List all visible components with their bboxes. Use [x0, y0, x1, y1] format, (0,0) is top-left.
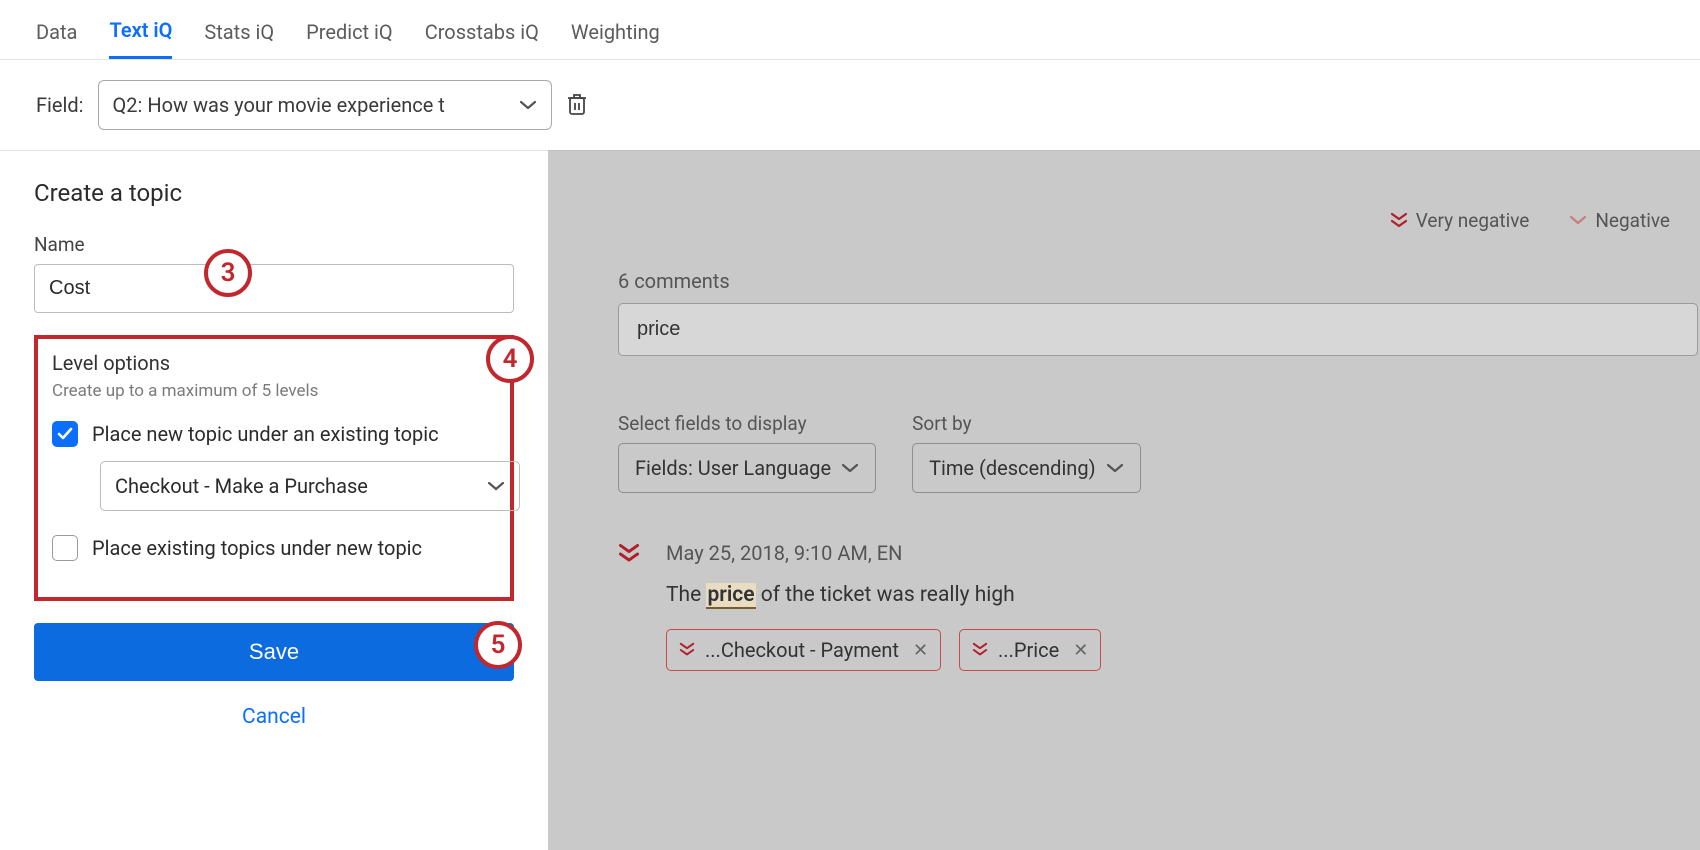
option-place-existing-under-new[interactable]: Place existing topics under new topic [52, 535, 496, 561]
close-icon[interactable]: ✕ [913, 640, 928, 661]
tag-chip[interactable]: ...Price ✕ [959, 629, 1101, 671]
chevron-down-icon [519, 99, 537, 111]
callout-4: 4 [486, 335, 534, 383]
double-chevron-down-icon [618, 543, 640, 565]
tag-label: ...Price [998, 638, 1059, 662]
level-options-box: 4 Level options Create up to a maximum o… [34, 335, 514, 601]
field-select-value: Q2: How was your movie experience t [113, 93, 445, 117]
name-input[interactable] [34, 264, 514, 313]
comment-meta: May 25, 2018, 9:10 AM, EN [666, 541, 1101, 565]
parent-topic-value: Checkout - Make a Purchase [115, 474, 368, 498]
search-input[interactable] [618, 303, 1698, 356]
comment-item: May 25, 2018, 9:10 AM, EN The price of t… [618, 541, 1700, 671]
double-chevron-down-icon [972, 642, 988, 658]
tag-chip[interactable]: ...Checkout - Payment ✕ [666, 629, 941, 671]
tab-data[interactable]: Data [36, 20, 77, 58]
option-place-under-existing[interactable]: Place new topic under an existing topic [52, 421, 496, 447]
sort-value: Time (descending) [929, 456, 1095, 480]
fields-filter-value: Fields: User Language [635, 456, 831, 480]
level-options-heading: Level options [52, 351, 496, 375]
field-label: Field: [36, 93, 84, 117]
chevron-down-icon [1569, 214, 1587, 228]
sort-label: Sort by [912, 412, 1140, 435]
tab-predict-iq[interactable]: Predict iQ [306, 20, 393, 58]
sort-select[interactable]: Time (descending) [912, 443, 1140, 493]
name-label: Name [34, 233, 514, 256]
tab-weighting[interactable]: Weighting [571, 20, 660, 58]
checkbox-unchecked-icon[interactable] [52, 535, 78, 561]
highlighted-term: price [706, 583, 755, 609]
parent-topic-select[interactable]: Checkout - Make a Purchase [100, 461, 520, 511]
comment-text: The price of the ticket was really high [666, 583, 1101, 607]
comments-count: 6 comments [618, 269, 1700, 293]
tag-row: ...Checkout - Payment ✕ ...Price ✕ [666, 629, 1101, 671]
callout-5: 5 [474, 621, 522, 669]
create-topic-panel: Create a topic Name 3 4 Level options Cr… [0, 150, 548, 850]
level-options-sub: Create up to a maximum of 5 levels [52, 381, 496, 401]
double-chevron-down-icon [679, 642, 695, 658]
top-tabs: Data Text iQ Stats iQ Predict iQ Crossta… [0, 0, 1700, 60]
tab-stats-iq[interactable]: Stats iQ [204, 20, 274, 58]
fields-filter-select[interactable]: Fields: User Language [618, 443, 876, 493]
trash-icon[interactable] [566, 92, 588, 118]
save-button[interactable]: Save [34, 623, 514, 681]
legend-negative: Negative [1569, 209, 1670, 232]
comments-panel: Very negative Negative 6 comments Select… [548, 150, 1700, 850]
tab-crosstabs-iq[interactable]: Crosstabs iQ [425, 20, 539, 58]
double-chevron-down-icon [1390, 212, 1408, 230]
chevron-down-icon [841, 462, 859, 474]
field-row: Field: Q2: How was your movie experience… [0, 60, 1700, 150]
sentiment-legend: Very negative Negative [1390, 209, 1670, 232]
chevron-down-icon [487, 480, 505, 492]
option2-label: Place existing topics under new topic [92, 536, 422, 560]
callout-3: 3 [204, 249, 252, 297]
legend-very-negative: Very negative [1390, 209, 1530, 232]
option1-label: Place new topic under an existing topic [92, 422, 439, 446]
tag-label: ...Checkout - Payment [705, 638, 899, 662]
chevron-down-icon [1106, 462, 1124, 474]
close-icon[interactable]: ✕ [1073, 640, 1088, 661]
tab-text-iq[interactable]: Text iQ [109, 18, 172, 59]
fields-filter-label: Select fields to display [618, 412, 876, 435]
panel-title: Create a topic [34, 179, 514, 207]
field-select[interactable]: Q2: How was your movie experience t [98, 80, 552, 130]
checkbox-checked-icon[interactable] [52, 421, 78, 447]
cancel-button[interactable]: Cancel [34, 705, 514, 729]
